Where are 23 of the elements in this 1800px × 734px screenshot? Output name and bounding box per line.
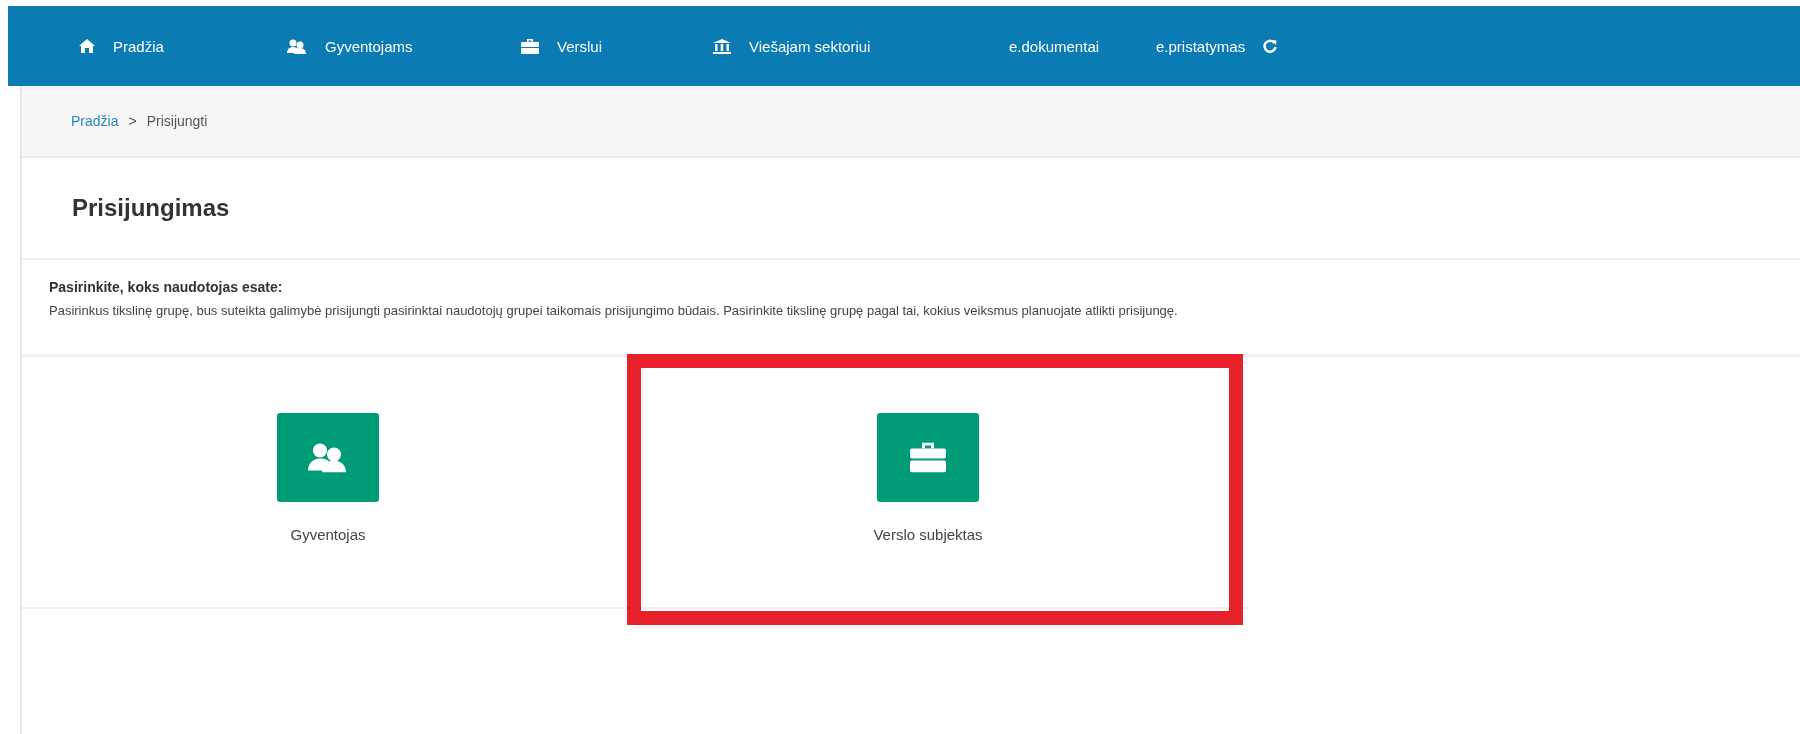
nav-link[interactable]: Gyventojams xyxy=(287,37,521,55)
breadcrumb-current: Prisijungti xyxy=(146,113,208,129)
option-tile-button[interactable] xyxy=(277,413,379,502)
breadcrumb-link[interactable]: Pradžia xyxy=(71,113,119,129)
nav-link[interactable]: e.pristatymas xyxy=(1156,37,1278,55)
intro-heading: Pasirinkite, koks naudotojas esate: xyxy=(49,279,284,295)
briefcase-icon xyxy=(521,38,539,54)
nav-link[interactable]: Viešajam sektoriui xyxy=(713,37,1009,55)
option-label: Gyventojas xyxy=(290,526,366,543)
page-title: Prisijungimas xyxy=(72,194,230,222)
option-label: Verslo subjektas xyxy=(873,526,983,543)
option-tile-button[interactable] xyxy=(877,413,979,502)
nav-link[interactable]: Verslui xyxy=(521,37,713,55)
briefcase-icon xyxy=(910,442,946,473)
breadcrumb-separator: > xyxy=(128,113,137,129)
nav-link[interactable]: Pradžia xyxy=(79,37,287,55)
people-icon xyxy=(287,38,307,54)
home-icon xyxy=(79,39,95,53)
intro-text: Pasirinkus tikslinę grupę, bus suteikta galimybė prisijungti pasirinktai naudotojų grupei taikomais prisijungimo būdais. Pasirinkite tikslinę grupę pagal tai, kokius veiksmus planuojate atlikti prisijungę. xyxy=(49,303,1179,318)
refresh-icon xyxy=(1263,39,1278,53)
people-icon xyxy=(308,442,348,473)
nav-link[interactable]: e.dokumentai xyxy=(1009,37,1156,55)
bank-icon xyxy=(713,38,731,54)
